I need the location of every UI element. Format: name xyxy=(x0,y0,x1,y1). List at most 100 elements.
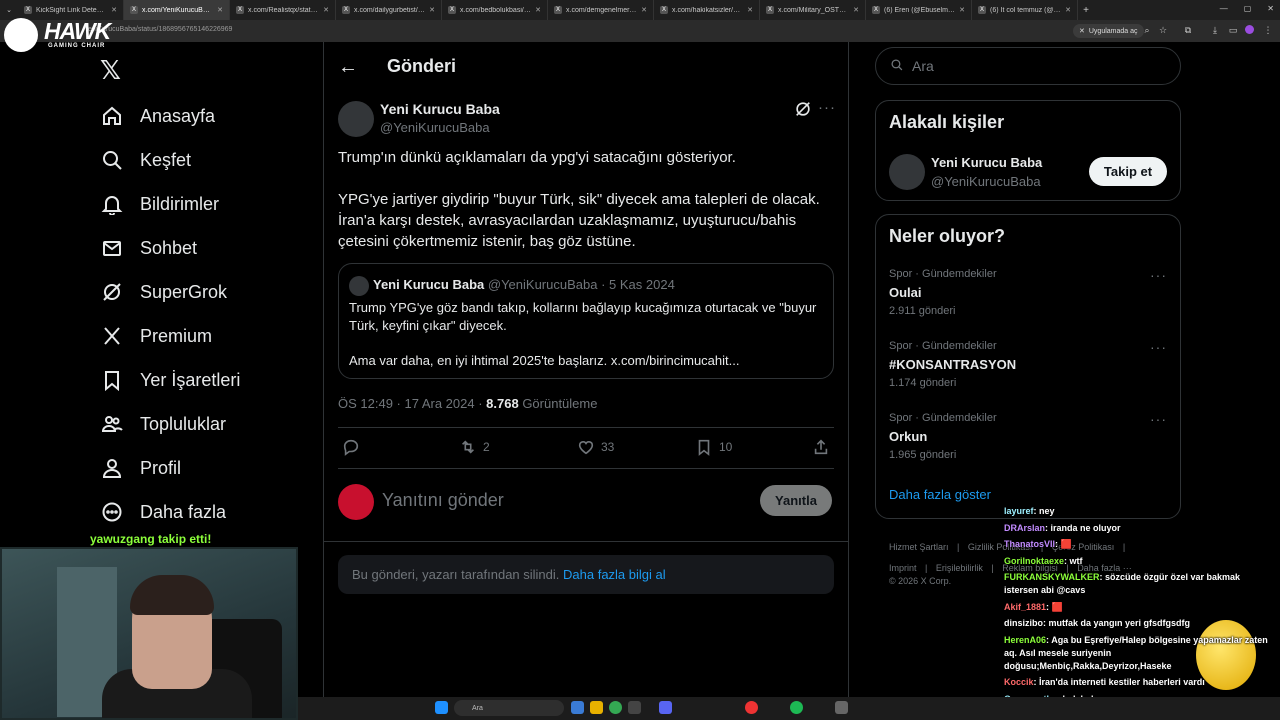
quoted-post[interactable]: Yeni Kurucu Baba @YeniKurucuBaba · 5 Kas… xyxy=(338,263,834,379)
browser-tab[interactable]: X (6) Eren (@Ebuselmmbeler ✕ xyxy=(866,0,972,20)
taskbar-search[interactable]: Ara xyxy=(454,700,564,716)
author-name[interactable]: Yeni Kurucu Baba xyxy=(380,101,500,117)
browser-tab[interactable]: Xx.com/hakikatsizler/status ✕ xyxy=(654,0,760,20)
trend-more-icon[interactable]: ··· xyxy=(1150,339,1167,355)
nav-item[interactable]: Daha fazla xyxy=(100,497,226,527)
x-logo-icon[interactable]: 𝕏 xyxy=(100,55,121,86)
tab-favicon-icon: X xyxy=(872,6,880,14)
show-more-link[interactable]: Daha fazla göster xyxy=(889,487,991,502)
spotify-icon[interactable] xyxy=(790,701,803,714)
divider xyxy=(338,468,834,469)
tab-close-icon[interactable]: ✕ xyxy=(747,6,753,14)
chrome-icon[interactable] xyxy=(609,701,622,714)
browser-tab[interactable]: Xx.com/Realistqx/status/25 ✕ xyxy=(230,0,336,20)
menu-icon[interactable]: ⋮ xyxy=(1263,25,1273,35)
browser-tab[interactable]: Xx.com/bedbolukbasi/statu ✕ xyxy=(442,0,548,20)
tab-close-icon[interactable]: ✕ xyxy=(429,6,435,14)
reply-action[interactable] xyxy=(342,438,360,456)
footer-link[interactable]: Erişilebilirlik xyxy=(936,563,983,573)
extensions-icon[interactable]: ⧉ xyxy=(1183,25,1193,35)
tab-close-icon[interactable]: ✕ xyxy=(111,6,117,14)
nav-item[interactable]: Sohbet xyxy=(100,233,197,263)
windows-start-icon[interactable] xyxy=(435,701,448,714)
browser-tab[interactable]: Xx.com/dailygurbetist/stat ✕ xyxy=(336,0,442,20)
app-icon[interactable] xyxy=(628,701,641,714)
maximize-icon[interactable]: ▢ xyxy=(1244,4,1252,13)
tab-close-icon[interactable]: ✕ xyxy=(217,6,223,14)
chat-username[interactable]: layuref xyxy=(1004,506,1034,516)
related-name[interactable]: Yeni Kurucu Baba xyxy=(931,155,1042,170)
tab-close-icon[interactable]: ✕ xyxy=(323,6,329,14)
chat-username[interactable]: HerenA06 xyxy=(1004,635,1046,645)
footer-link[interactable]: Hizmet Şartları xyxy=(889,542,949,552)
zoom-icon[interactable]: ⌕ xyxy=(1142,25,1152,35)
chat-username[interactable]: DRArslan xyxy=(1004,523,1045,533)
discord-icon[interactable] xyxy=(659,701,672,714)
browser-tab[interactable]: Xx.com/YeniKurucuBaba/st ✕ xyxy=(124,0,230,20)
trend-name: #KONSANTRASYON xyxy=(889,357,1017,372)
x-icon xyxy=(100,324,124,348)
profile-icon[interactable] xyxy=(1245,25,1254,34)
back-arrow-icon[interactable]: ← xyxy=(338,56,358,79)
more-options-icon[interactable]: ··· xyxy=(818,99,836,116)
nav-item[interactable]: Profil xyxy=(100,453,181,483)
like-action[interactable]: 33 xyxy=(577,438,614,456)
nav-item[interactable]: Premium xyxy=(100,321,212,351)
close-icon[interactable]: ✕ xyxy=(1079,27,1085,35)
browser-tab[interactable]: Xx.com/Military_OSTX/statu✕ xyxy=(760,0,866,20)
related-avatar[interactable] xyxy=(889,154,925,190)
reply-input[interactable]: Yanıtını gönder xyxy=(382,490,504,511)
minimize-icon[interactable]: — xyxy=(1220,4,1228,13)
sidepanel-icon[interactable]: ▭ xyxy=(1228,25,1238,35)
share-action[interactable] xyxy=(812,438,830,456)
chat-username[interactable]: Akif_1881 xyxy=(1004,602,1046,612)
browser-tab[interactable]: X (6) It col temmuz (@temr ✕ xyxy=(972,0,1078,20)
tab-close-icon[interactable]: ✕ xyxy=(535,6,541,14)
nav-item-label: Keşfet xyxy=(140,149,192,170)
chat-username[interactable]: Koccik xyxy=(1004,677,1034,687)
app-icon[interactable] xyxy=(745,701,758,714)
window-close-icon[interactable]: ✕ xyxy=(1267,4,1274,13)
address-bar[interactable]: YeniKurucuBaba/status/186895676514622696… xyxy=(0,20,1280,42)
my-avatar[interactable] xyxy=(338,484,374,520)
author-handle[interactable]: @YeniKurucuBaba xyxy=(380,120,490,135)
chat-username[interactable]: dinsizibo xyxy=(1004,618,1043,628)
post-meta: ÖS 12:49 · 17 Ara 2024 · 8.768 Görüntüle… xyxy=(338,396,597,411)
learn-more-link[interactable]: Daha fazla bilgi al xyxy=(563,567,666,582)
related-handle[interactable]: @YeniKurucuBaba xyxy=(931,174,1041,189)
nav-item[interactable]: Anasayfa xyxy=(100,101,215,131)
nav-item[interactable]: SuperGrok xyxy=(100,277,227,307)
author-avatar[interactable] xyxy=(338,101,374,137)
bookmark-action[interactable]: 10 xyxy=(695,438,732,456)
search-input[interactable]: Ara xyxy=(875,47,1181,85)
star-icon[interactable]: ☆ xyxy=(1158,25,1168,35)
post-timestamp[interactable]: ÖS 12:49 · 17 Ara 2024 · xyxy=(338,396,486,411)
trend-more-icon[interactable]: ··· xyxy=(1150,267,1167,283)
chat-username[interactable]: FURKANSKYWALKER xyxy=(1004,572,1100,582)
download-icon[interactable]: ⤓ xyxy=(1210,25,1220,35)
grok-icon[interactable] xyxy=(794,100,812,118)
app-icon[interactable] xyxy=(835,701,848,714)
trend-more-icon[interactable]: ··· xyxy=(1150,411,1167,427)
repost-action[interactable]: 2 xyxy=(459,438,490,456)
tab-close-icon[interactable]: ✕ xyxy=(641,6,647,14)
explorer-icon[interactable] xyxy=(571,701,584,714)
chat-username[interactable]: Gorilnoktaexe xyxy=(1004,556,1064,566)
tab-close-icon[interactable]: ✕ xyxy=(853,6,859,14)
reply-button[interactable]: Yanıtla xyxy=(760,485,832,516)
browser-tab[interactable]: Xx.com/demgenelmerkezi ✕ xyxy=(548,0,654,20)
nav-item[interactable]: Topluluklar xyxy=(100,409,226,439)
bell-icon xyxy=(100,192,124,216)
tab-close-icon[interactable]: ✕ xyxy=(1065,6,1071,14)
grok-icon xyxy=(100,280,124,304)
nav-item[interactable]: Keşfet xyxy=(100,145,191,175)
tab-close-icon[interactable]: ✕ xyxy=(959,6,965,14)
open-in-app-chip[interactable]: ✕ Uygulamada aç xyxy=(1073,24,1144,38)
chat-username[interactable]: ThanatosVII xyxy=(1004,539,1055,549)
follow-button[interactable]: Takip et xyxy=(1089,157,1167,186)
footer-link[interactable]: Imprint xyxy=(889,563,917,573)
folder-icon[interactable] xyxy=(590,701,603,714)
new-tab-icon[interactable]: + xyxy=(1078,5,1094,16)
nav-item[interactable]: Yer İşaretleri xyxy=(100,365,240,395)
nav-item[interactable]: Bildirimler xyxy=(100,189,219,219)
